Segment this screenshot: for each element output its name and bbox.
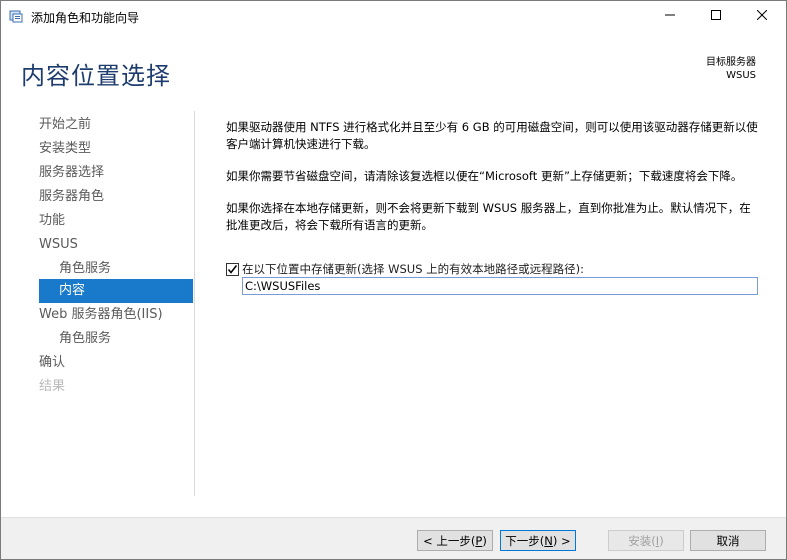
content-panel: 如果驱动器使用 NTFS 进行格式化并且至少有 6 GB 的可用磁盘空间，则可以… [226, 119, 761, 249]
install-button: 安装(I) [608, 530, 684, 551]
info-paragraph-1: 如果驱动器使用 NTFS 进行格式化并且至少有 6 GB 的可用磁盘空间，则可以… [226, 120, 758, 151]
nav-item-wsus-role-services[interactable]: 角色服务 [59, 257, 111, 281]
minimize-icon [665, 9, 675, 23]
nav-item-content[interactable]: 内容 [39, 279, 193, 303]
maximize-button[interactable] [693, 1, 739, 31]
cancel-button[interactable]: 取消 [690, 530, 766, 551]
nav-item-features[interactable]: 功能 [39, 209, 65, 233]
close-icon [756, 9, 768, 23]
next-button[interactable]: 下一步(N) > [500, 530, 576, 551]
maximize-icon [711, 9, 721, 23]
next-button-text: 下一步( [505, 533, 545, 548]
previous-button-tail: ) [482, 533, 487, 548]
info-paragraph-3: 如果你选择在本地存储更新，则不会将更新下载到 WSUS 服务器上，直到你批准为止… [226, 201, 751, 232]
minimize-button[interactable] [647, 1, 693, 31]
next-button-key: N [544, 533, 553, 548]
previous-button[interactable]: < 上一步(P) [417, 530, 493, 551]
previous-button-key: P [475, 533, 483, 548]
store-updates-label: 在以下位置中存储更新(选择 WSUS 上的有效本地路径或远程路径): [242, 262, 585, 276]
nav-item-iis-role-services[interactable]: 角色服务 [59, 327, 111, 351]
info-paragraph-2: 如果你需要节省磁盘空间，请清除该复选框以便在“Microsoft 更新”上存储更… [226, 169, 743, 183]
store-updates-checkbox[interactable] [226, 262, 239, 276]
title-bar[interactable]: 添加角色和功能向导 [1, 1, 786, 31]
wizard-footer: < 上一步(P) 下一步(N) > 安装(I) 取消 [1, 517, 786, 559]
install-button-tail: ) [659, 533, 664, 548]
nav-divider [194, 111, 195, 496]
nav-item-server-roles[interactable]: 服务器角色 [39, 185, 104, 209]
install-button-text: 安装( [628, 533, 656, 548]
wizard-window: 添加角色和功能向导 内容位置选择 目标服务器 WSUS 开始之前 安装类型 服务… [0, 0, 787, 560]
target-server-name: WSUS [726, 70, 756, 81]
close-button[interactable] [739, 1, 785, 31]
roles-wizard-icon [9, 9, 23, 23]
store-updates-option[interactable]: 在以下位置中存储更新(选择 WSUS 上的有效本地路径或远程路径): [226, 261, 584, 277]
nav-item-before-you-begin[interactable]: 开始之前 [39, 113, 91, 137]
nav-item-wsus[interactable]: WSUS [39, 233, 78, 257]
nav-item-server-selection[interactable]: 服务器选择 [39, 161, 104, 185]
page-title: 内容位置选择 [21, 62, 171, 90]
nav-item-results: 结果 [39, 379, 66, 394]
target-server: 目标服务器 WSUS [706, 56, 756, 82]
nav-item-confirmation[interactable]: 确认 [39, 351, 65, 375]
next-button-tail: ) > [552, 533, 571, 548]
nav-item-installation-type[interactable]: 安装类型 [39, 137, 91, 161]
content-path-input[interactable]: C:\WSUSFiles [242, 277, 758, 295]
window-title: 添加角色和功能向导 [31, 11, 140, 25]
previous-button-text: < 上一步( [423, 533, 476, 548]
target-server-label: 目标服务器 [706, 57, 756, 68]
nav-item-web-server-role[interactable]: Web 服务器角色(IIS) [39, 303, 163, 327]
